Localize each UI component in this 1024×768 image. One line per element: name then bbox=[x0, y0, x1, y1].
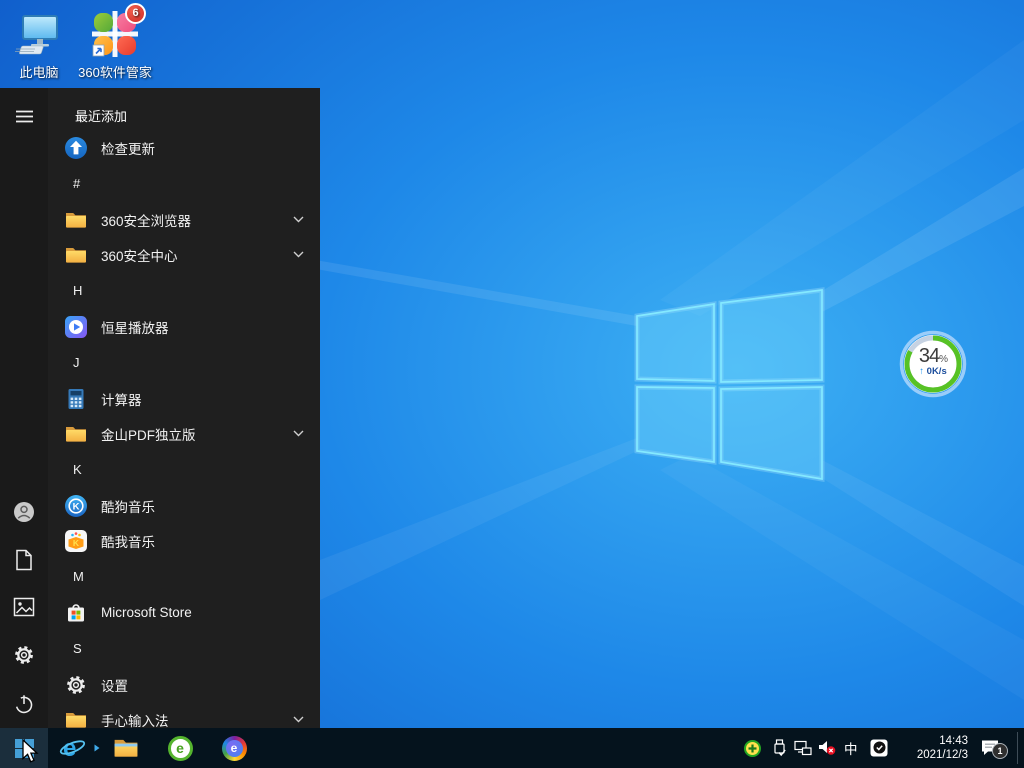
desktop-icon-label: 360软件管家 bbox=[76, 62, 154, 81]
folder-icon bbox=[64, 243, 88, 267]
chevron-down-icon[interactable] bbox=[293, 251, 304, 258]
tray-defender[interactable] bbox=[870, 728, 888, 768]
shortcut-arrow-icon bbox=[93, 45, 104, 56]
update-icon bbox=[64, 136, 88, 160]
expand-arrow-icon[interactable] bbox=[94, 744, 100, 752]
360-software-manager-icon: 6 bbox=[91, 10, 139, 58]
tray-usb-device[interactable] bbox=[772, 728, 787, 768]
svg-text:K: K bbox=[73, 538, 80, 548]
settings-gear-icon bbox=[13, 644, 35, 666]
pictures-button[interactable] bbox=[0, 587, 48, 627]
start-menu-item-kuwo-music[interactable]: K 酷我音乐 bbox=[48, 523, 320, 558]
start-menu-section-hash[interactable]: # bbox=[48, 165, 320, 202]
start-menu-section-s[interactable]: S bbox=[48, 630, 320, 667]
show-desktop-strip[interactable] bbox=[1017, 732, 1018, 764]
start-menu-item-kugou-music[interactable]: K 酷狗音乐 bbox=[48, 488, 320, 523]
pictures-icon bbox=[13, 597, 35, 617]
start-menu-section-k[interactable]: K bbox=[48, 451, 320, 488]
user-account-button[interactable] bbox=[0, 492, 48, 532]
start-menu-item-settings[interactable]: 设置 bbox=[48, 667, 320, 702]
volume-muted-icon bbox=[818, 740, 836, 756]
memory-percent: 34% bbox=[899, 345, 967, 368]
start-menu-group-shouxin-ime[interactable]: 手心输入法 bbox=[48, 702, 320, 728]
360-speed-browser-icon: e bbox=[222, 736, 247, 761]
file-explorer-icon bbox=[113, 735, 139, 761]
folder-icon bbox=[64, 208, 88, 232]
start-menu-item-check-updates[interactable]: 检查更新 bbox=[48, 130, 320, 165]
taskbar-360-safe-browser-button[interactable]: e bbox=[156, 728, 204, 768]
start-menu-item-calculator[interactable]: 计算器 bbox=[48, 381, 320, 416]
start-menu-group-360-browser[interactable]: 360安全浏览器 bbox=[48, 202, 320, 237]
power-button[interactable] bbox=[0, 684, 48, 724]
network-icon bbox=[794, 740, 812, 756]
chevron-down-icon[interactable] bbox=[293, 430, 304, 437]
notification-center-button[interactable]: 1 bbox=[980, 728, 1000, 768]
update-count-badge: 6 bbox=[125, 3, 146, 24]
folder-icon bbox=[64, 708, 88, 729]
start-menu-app-list: 最近添加 检查更新 # 360安全浏览器 bbox=[48, 88, 320, 728]
upload-arrow-icon: ↑ bbox=[919, 366, 924, 377]
start-menu-group-kingsoft-pdf[interactable]: 金山PDF独立版 bbox=[48, 416, 320, 451]
usb-device-icon bbox=[772, 739, 787, 757]
clock-time: 14:43 bbox=[890, 734, 968, 748]
this-pc-icon bbox=[15, 10, 63, 58]
360-float-ball[interactable]: 34% ↑ 0K/s bbox=[899, 330, 967, 398]
user-avatar-icon bbox=[13, 501, 35, 523]
tray-network[interactable] bbox=[794, 728, 812, 768]
start-menu: 最近添加 检查更新 # 360安全浏览器 bbox=[0, 88, 320, 728]
ie-browser-icon: e bbox=[59, 735, 86, 762]
desktop-icon-label: 此电脑 bbox=[0, 62, 78, 81]
desktop-icon-360-software-manager[interactable]: 6 360软件管家 bbox=[76, 10, 154, 81]
net-speed: ↑ 0K/s bbox=[899, 366, 967, 377]
mouse-cursor bbox=[18, 739, 42, 765]
notification-badge: 1 bbox=[992, 743, 1008, 759]
taskbar-360-speed-browser-button[interactable]: e bbox=[210, 728, 258, 768]
microsoft-store-icon bbox=[64, 601, 88, 625]
taskbar-ie-button[interactable]: e bbox=[48, 728, 96, 768]
settings-button[interactable] bbox=[0, 635, 48, 675]
chevron-down-icon[interactable] bbox=[293, 716, 304, 723]
settings-gear-icon bbox=[64, 673, 88, 697]
star-player-icon bbox=[64, 315, 88, 339]
360-safe-browser-icon: e bbox=[168, 736, 193, 761]
start-menu-rail bbox=[0, 88, 48, 728]
hamburger-menu-icon bbox=[16, 110, 33, 123]
start-menu-section-h[interactable]: H bbox=[48, 272, 320, 309]
documents-button[interactable] bbox=[0, 540, 48, 580]
recently-added-header: 最近添加 bbox=[48, 88, 320, 130]
kuwo-icon: K bbox=[64, 529, 88, 553]
documents-icon bbox=[14, 549, 34, 571]
start-menu-item-microsoft-store[interactable]: Microsoft Store bbox=[48, 595, 320, 630]
clock-date: 2021/12/3 bbox=[890, 748, 968, 762]
start-menu-group-360-security[interactable]: 360安全中心 bbox=[48, 237, 320, 272]
hamburger-menu-button[interactable] bbox=[0, 96, 48, 136]
power-icon bbox=[13, 693, 35, 715]
tray-ime-indicator[interactable]: 中 bbox=[844, 728, 858, 768]
svg-text:K: K bbox=[73, 501, 80, 512]
start-menu-section-m[interactable]: M bbox=[48, 558, 320, 595]
tray-clock[interactable]: 14:43 2021/12/3 bbox=[890, 728, 968, 768]
360-safety-icon bbox=[744, 740, 761, 757]
folder-icon bbox=[64, 422, 88, 446]
windows-desktop: 此电脑 6 360软件管家 bbox=[0, 0, 1024, 768]
start-menu-section-j[interactable]: J bbox=[48, 344, 320, 381]
desktop-icon-this-pc[interactable]: 此电脑 bbox=[0, 10, 78, 81]
kugou-icon: K bbox=[64, 494, 88, 518]
tray-360-safety[interactable] bbox=[744, 728, 761, 768]
tray-volume-muted[interactable] bbox=[818, 728, 836, 768]
calculator-icon bbox=[64, 387, 88, 411]
svg-text:e: e bbox=[63, 735, 76, 762]
chevron-down-icon[interactable] bbox=[293, 216, 304, 223]
start-menu-item-star-player[interactable]: 恒星播放器 bbox=[48, 309, 320, 344]
defender-check-icon bbox=[870, 739, 888, 757]
taskbar-explorer-button[interactable] bbox=[102, 728, 150, 768]
taskbar: e e e bbox=[0, 728, 1024, 768]
